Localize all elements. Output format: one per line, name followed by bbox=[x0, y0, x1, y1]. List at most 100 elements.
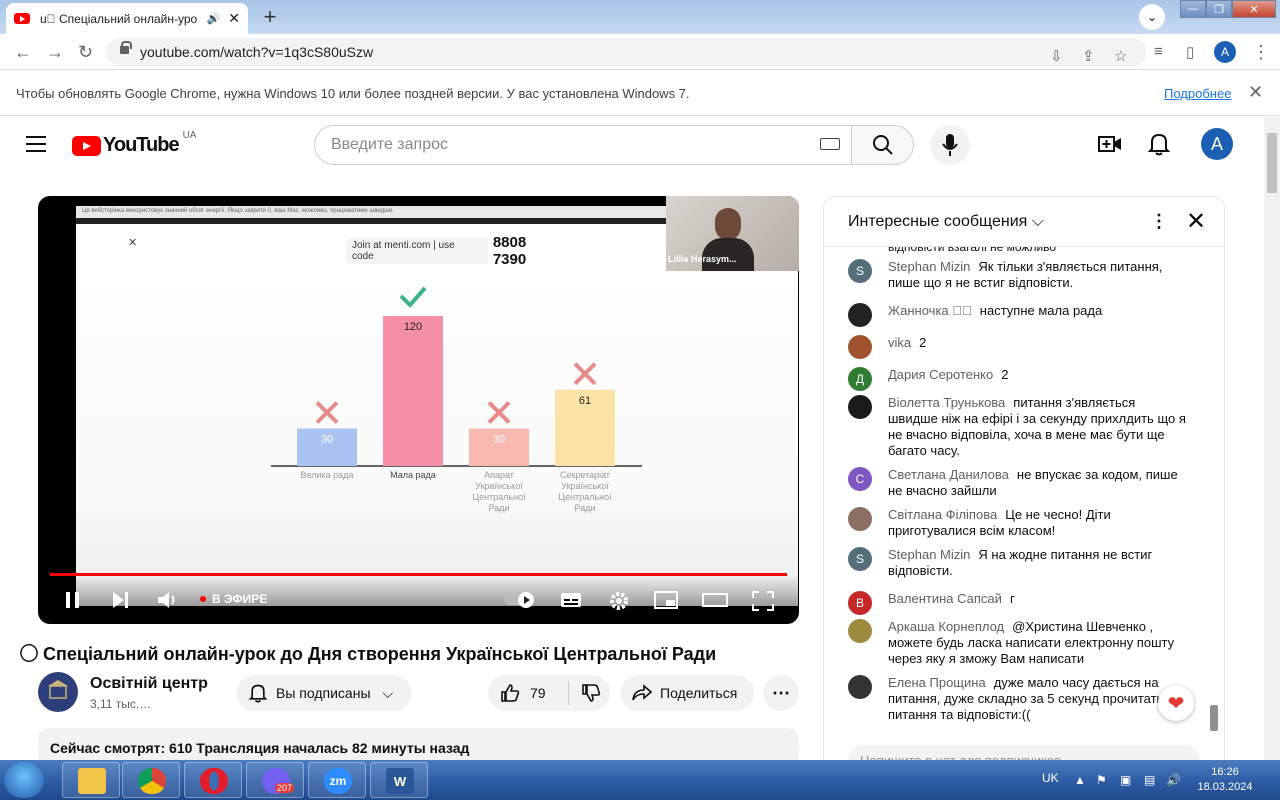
notifications-bell-icon[interactable] bbox=[1148, 132, 1170, 156]
subscribed-button[interactable]: Вы подписаны ⌵ bbox=[236, 675, 412, 711]
chat-message[interactable]: Аркаша Корнеплод @Христина Шевченко , мож… bbox=[848, 619, 1188, 667]
theater-mode-icon[interactable] bbox=[702, 591, 728, 609]
chat-message[interactable]: Жанночка ⃝⃝ наступне мала рада bbox=[848, 303, 1188, 327]
taskbar-opera[interactable] bbox=[184, 762, 242, 798]
progress-bar[interactable] bbox=[50, 573, 787, 576]
chat-message[interactable]: Елена Прощина дуже мало часу дається на п… bbox=[848, 675, 1188, 723]
chat-author-name[interactable]: Stephan Mizin bbox=[888, 547, 970, 562]
tray-device-icon[interactable]: ▣ bbox=[1120, 773, 1131, 787]
taskbar-viber[interactable]: 207 bbox=[246, 762, 304, 798]
speaker-icon[interactable]: 🔊 bbox=[207, 12, 221, 25]
settings-gear-icon[interactable] bbox=[609, 591, 629, 611]
chat-author-avatar[interactable]: Д bbox=[848, 367, 872, 391]
chat-author-name[interactable]: Stephan Mizin bbox=[888, 259, 970, 274]
reading-list-icon[interactable]: ≡ bbox=[1154, 43, 1163, 60]
chat-author-avatar[interactable]: В bbox=[848, 591, 872, 615]
chat-author-name[interactable]: Аркаша Корнеплод bbox=[888, 619, 1004, 634]
infobar-close-icon[interactable]: ✕ bbox=[1248, 82, 1263, 103]
taskbar-word[interactable]: W bbox=[370, 762, 428, 798]
hamburger-menu-icon[interactable] bbox=[26, 136, 46, 152]
chat-message[interactable]: S Stephan Mizin Я на жодне питання не всти… bbox=[848, 547, 1188, 579]
taskbar-explorer[interactable] bbox=[62, 762, 120, 798]
window-close-button[interactable]: ✕ bbox=[1232, 0, 1276, 18]
chat-author-avatar[interactable] bbox=[848, 335, 872, 359]
channel-name[interactable]: Освітній центр В bbox=[90, 675, 212, 693]
omnibox[interactable]: youtube.com/watch?v=1q3cS80uSzw ⇩ ⇪ ☆ bbox=[106, 38, 1146, 66]
chat-author-name[interactable]: Жанночка ⃝⃝ bbox=[888, 303, 972, 318]
chat-author-name[interactable]: Дария Серотенко bbox=[888, 367, 993, 382]
chrome-menu-icon[interactable]: ⋮ bbox=[1252, 42, 1270, 63]
forward-button[interactable]: → bbox=[46, 42, 64, 63]
reload-button[interactable]: ↻ bbox=[78, 42, 93, 63]
page-scrollbar[interactable] bbox=[1264, 117, 1280, 760]
chat-author-name[interactable]: vika bbox=[888, 335, 911, 350]
language-indicator[interactable]: UK bbox=[1042, 771, 1059, 785]
video-player[interactable]: Ця вебсторінка використовує значний обся… bbox=[38, 196, 799, 624]
chat-message[interactable]: vika 2 bbox=[848, 335, 1188, 359]
fullscreen-icon[interactable] bbox=[752, 591, 774, 611]
taskbar-chrome[interactable] bbox=[122, 762, 180, 798]
back-button[interactable]: ← bbox=[14, 42, 32, 63]
reaction-heart-icon[interactable]: ❤ bbox=[1158, 685, 1194, 721]
browser-tab[interactable]: u⃝ Спеціальний онлайн-уро 🔊 ✕ bbox=[6, 3, 248, 34]
chat-author-name[interactable]: Светлана Данилова bbox=[888, 467, 1009, 482]
tray-volume-icon[interactable]: 🔊 bbox=[1166, 773, 1181, 787]
autoplay-toggle[interactable] bbox=[504, 592, 538, 608]
infobar-learn-more-link[interactable]: Подробнее bbox=[1164, 86, 1231, 101]
chat-more-icon[interactable]: ⋮ bbox=[1150, 211, 1168, 232]
chat-author-avatar[interactable] bbox=[848, 675, 872, 699]
chat-message[interactable]: Д Дария Серотенко 2 bbox=[848, 367, 1188, 391]
chat-author-avatar[interactable]: S bbox=[848, 259, 872, 283]
channel-avatar[interactable] bbox=[38, 672, 78, 712]
keyboard-icon[interactable] bbox=[820, 138, 840, 150]
bookmark-star-icon[interactable]: ☆ bbox=[1114, 47, 1127, 65]
search-button[interactable] bbox=[851, 125, 914, 165]
system-clock[interactable]: 16:26 18.03.2024 bbox=[1190, 765, 1260, 795]
tray-flag-icon[interactable]: ⚑ bbox=[1096, 773, 1107, 787]
search-input[interactable]: Введите запрос bbox=[314, 125, 852, 165]
minimize-button[interactable]: — bbox=[1180, 0, 1206, 18]
pause-icon[interactable] bbox=[64, 591, 82, 609]
tray-expand-icon[interactable]: ▲ bbox=[1074, 773, 1086, 787]
start-button[interactable] bbox=[4, 762, 44, 798]
page-scrollbar-thumb[interactable] bbox=[1267, 133, 1277, 193]
chat-mode-dropdown[interactable]: Интересные сообщения ⌵ bbox=[848, 213, 1044, 231]
chat-scrollbar[interactable] bbox=[1210, 705, 1218, 731]
chat-author-name[interactable]: Віолетта Трунькова bbox=[888, 395, 1005, 410]
chat-author-avatar[interactable] bbox=[848, 303, 872, 327]
maximize-button[interactable]: ❐ bbox=[1206, 0, 1232, 18]
chat-author-avatar[interactable] bbox=[848, 619, 872, 643]
tray-network-icon[interactable]: ▤ bbox=[1144, 773, 1155, 787]
new-tab-button[interactable]: + bbox=[256, 4, 284, 29]
chat-author-avatar[interactable]: S bbox=[848, 547, 872, 571]
chat-author-avatar[interactable] bbox=[848, 507, 872, 531]
create-video-icon[interactable] bbox=[1098, 133, 1122, 155]
chat-author-name[interactable]: Світлана Філіпова bbox=[888, 507, 997, 522]
volume-icon[interactable] bbox=[157, 591, 179, 609]
chat-message[interactable]: Світлана Філіпова Це не чесно! Діти приго… bbox=[848, 507, 1188, 539]
chat-author-name[interactable]: Елена Прощина bbox=[888, 675, 986, 690]
taskbar-zoom[interactable]: zm bbox=[308, 762, 366, 798]
install-icon[interactable]: ⇩ bbox=[1050, 47, 1063, 65]
tab-search-button[interactable]: ⌄ bbox=[1139, 4, 1165, 30]
miniplayer-icon[interactable] bbox=[654, 591, 678, 609]
share-icon[interactable]: ⇪ bbox=[1082, 47, 1095, 65]
voice-search-button[interactable] bbox=[930, 125, 970, 165]
youtube-logo[interactable]: YouTube UA bbox=[72, 130, 196, 157]
live-indicator[interactable]: В ЭФИРЕ bbox=[200, 592, 267, 606]
chat-author-avatar[interactable] bbox=[848, 395, 872, 419]
chat-author-name[interactable]: Валентина Сапсай bbox=[888, 591, 1002, 606]
tab-close-icon[interactable]: ✕ bbox=[228, 10, 240, 27]
next-video-icon[interactable] bbox=[111, 591, 129, 609]
side-panel-icon[interactable]: ▯ bbox=[1186, 43, 1194, 61]
chat-author-avatar[interactable]: С bbox=[848, 467, 872, 491]
chat-close-icon[interactable]: ✕ bbox=[1186, 207, 1206, 236]
share-button[interactable]: Поделиться bbox=[620, 675, 754, 711]
chat-message[interactable]: С Светлана Данилова не впускає за кодом, п… bbox=[848, 467, 1188, 499]
more-actions-button[interactable]: ⋯ bbox=[763, 675, 799, 711]
chat-message[interactable]: В Валентина Сапсай г bbox=[848, 591, 1188, 615]
chat-message[interactable]: S Stephan Mizin Як тільки з'являється пита… bbox=[848, 259, 1188, 291]
chat-message[interactable]: Віолетта Трунькова питання з'являється шв… bbox=[848, 395, 1188, 459]
like-button[interactable]: 79 bbox=[500, 683, 546, 703]
thumbs-down-icon[interactable] bbox=[581, 683, 601, 703]
